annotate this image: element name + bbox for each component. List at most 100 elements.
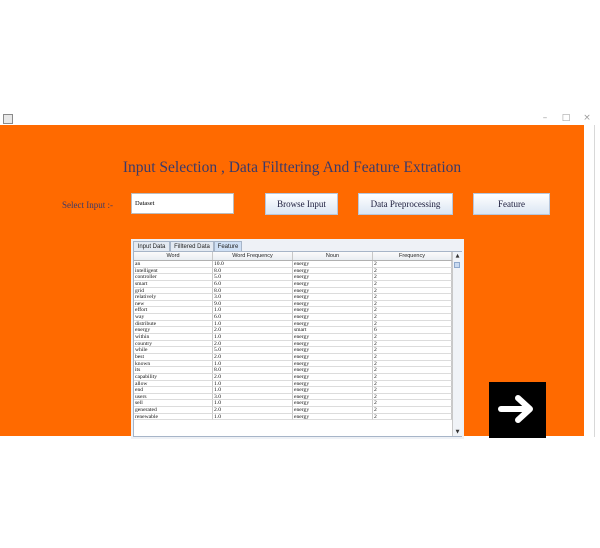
cell-word[interactable]: smart [134,280,213,288]
cell-word[interactable]: its [134,367,213,374]
cell-frequency[interactable]: 2 [373,307,452,315]
cell-frequency[interactable]: 2 [373,267,452,275]
table-row[interactable]: grid 8.0 energy 2 [134,287,452,295]
cell-word[interactable]: controller [134,274,213,281]
cell-word[interactable]: grid [134,287,213,295]
cell-noun[interactable]: energy [293,274,373,281]
table-row[interactable]: within 1.0 energy 2 [134,334,452,341]
cell-word[interactable]: renewable [134,413,213,421]
cell-word-frequency[interactable]: 1.0 [213,307,293,315]
tab-input-data[interactable]: Input Data [133,241,170,251]
table-row[interactable]: end 1.0 energy 2 [134,387,452,394]
cell-word[interactable]: new [134,300,213,308]
cell-word[interactable]: allow [134,380,213,388]
cell-frequency[interactable]: 6 [373,327,452,335]
browse-input-button[interactable]: Browse Input [265,193,338,215]
cell-word[interactable]: best [134,353,213,361]
cell-word-frequency[interactable]: 1.0 [213,413,293,421]
cell-noun[interactable]: energy [293,307,373,315]
column-header-word[interactable]: Word [134,252,213,260]
cell-word-frequency[interactable]: 8.0 [213,267,293,275]
cell-noun[interactable]: energy [293,287,373,295]
cell-frequency[interactable]: 2 [373,294,452,301]
cell-word[interactable]: country [134,340,213,348]
close-button[interactable]: × [579,111,595,125]
cell-noun[interactable]: energy [293,261,373,268]
cell-noun[interactable]: energy [293,367,373,374]
cell-word[interactable]: way [134,314,213,321]
tab-feature[interactable]: Feature [214,241,242,251]
cell-frequency[interactable]: 2 [373,280,452,288]
cell-word[interactable]: capability [134,373,213,381]
table-row[interactable]: users 3.0 energy 2 [134,393,452,401]
cell-noun[interactable]: energy [293,314,373,321]
table-row[interactable]: distribute 1.0 energy 2 [134,320,452,328]
cell-word[interactable]: users [134,393,213,401]
cell-word-frequency[interactable]: 8.0 [213,367,293,374]
cell-word[interactable]: known [134,360,213,368]
cell-word-frequency[interactable]: 5.0 [213,347,293,354]
cell-word-frequency[interactable]: 1.0 [213,387,293,394]
scroll-thumb[interactable] [454,262,460,268]
cell-word[interactable]: sell [134,400,213,408]
column-header-frequency[interactable]: Frequency [373,252,452,260]
cell-frequency[interactable]: 2 [373,360,452,368]
column-header-noun[interactable]: Noun [293,252,373,260]
dataset-input[interactable]: Dataset [131,193,234,214]
table-row[interactable]: capability 2.0 energy 2 [134,373,452,381]
table-row[interactable]: smart 6.0 energy 2 [134,280,452,288]
cell-frequency[interactable]: 2 [373,300,452,308]
cell-word-frequency[interactable]: 2.0 [213,373,293,381]
cell-frequency[interactable]: 2 [373,340,452,348]
cell-word[interactable]: effort [134,307,213,315]
table-row[interactable]: allow 1.0 energy 2 [134,380,452,388]
cell-word[interactable]: end [134,387,213,394]
cell-noun[interactable]: energy [293,267,373,275]
feature-button[interactable]: Feature [473,193,550,215]
table-row[interactable]: known 1.0 energy 2 [134,360,452,368]
cell-word-frequency[interactable]: 5.0 [213,274,293,281]
cell-word-frequency[interactable]: 2.0 [213,340,293,348]
table-row[interactable]: intelligent 8.0 energy 2 [134,267,452,275]
scroll-down-icon[interactable]: ▼ [453,428,462,436]
data-preprocessing-button[interactable]: Data Preprocessing [358,193,453,215]
table-row[interactable]: way 6.0 energy 2 [134,314,452,321]
table-row[interactable]: effort 1.0 energy 2 [134,307,452,315]
table-row[interactable]: renewable 1.0 energy 2 [134,413,452,421]
cell-noun[interactable]: energy [293,380,373,388]
cell-frequency[interactable]: 2 [373,367,452,374]
cell-word[interactable]: distribute [134,320,213,328]
table-row[interactable]: sell 1.0 energy 2 [134,400,452,408]
cell-word-frequency[interactable]: 3.0 [213,294,293,301]
cell-noun[interactable]: energy [293,294,373,301]
cell-frequency[interactable]: 2 [373,314,452,321]
cell-noun[interactable]: energy [293,360,373,368]
cell-frequency[interactable]: 2 [373,373,452,381]
cell-frequency[interactable]: 2 [373,387,452,394]
cell-word[interactable]: relatively [134,294,213,301]
column-header-word-frequency[interactable]: Word Frequency [213,252,293,260]
cell-noun[interactable]: energy [293,400,373,408]
table-row[interactable]: while 5.0 energy 2 [134,347,452,354]
cell-word-frequency[interactable]: 3.0 [213,393,293,401]
cell-word-frequency[interactable]: 2.0 [213,327,293,335]
cell-frequency[interactable]: 2 [373,347,452,354]
cell-word[interactable]: an [134,261,213,268]
table-row[interactable]: best 2.0 energy 2 [134,353,452,361]
cell-word-frequency[interactable]: 2.0 [213,407,293,414]
cell-noun[interactable]: energy [293,320,373,328]
cell-noun[interactable]: energy [293,353,373,361]
cell-noun[interactable]: energy [293,373,373,381]
cell-word[interactable]: energy [134,327,213,335]
cell-word-frequency[interactable]: 1.0 [213,360,293,368]
cell-noun[interactable]: smart [293,327,373,335]
cell-word-frequency[interactable]: 10.0 [213,261,293,268]
scroll-up-icon[interactable]: ▲ [453,252,462,260]
cell-word-frequency[interactable]: 6.0 [213,280,293,288]
cell-word-frequency[interactable]: 1.0 [213,334,293,341]
table-row[interactable]: country 2.0 energy 2 [134,340,452,348]
cell-noun[interactable]: energy [293,413,373,421]
cell-word[interactable]: generated [134,407,213,414]
cell-frequency[interactable]: 2 [373,400,452,408]
table-row[interactable]: new 9.0 energy 2 [134,300,452,308]
